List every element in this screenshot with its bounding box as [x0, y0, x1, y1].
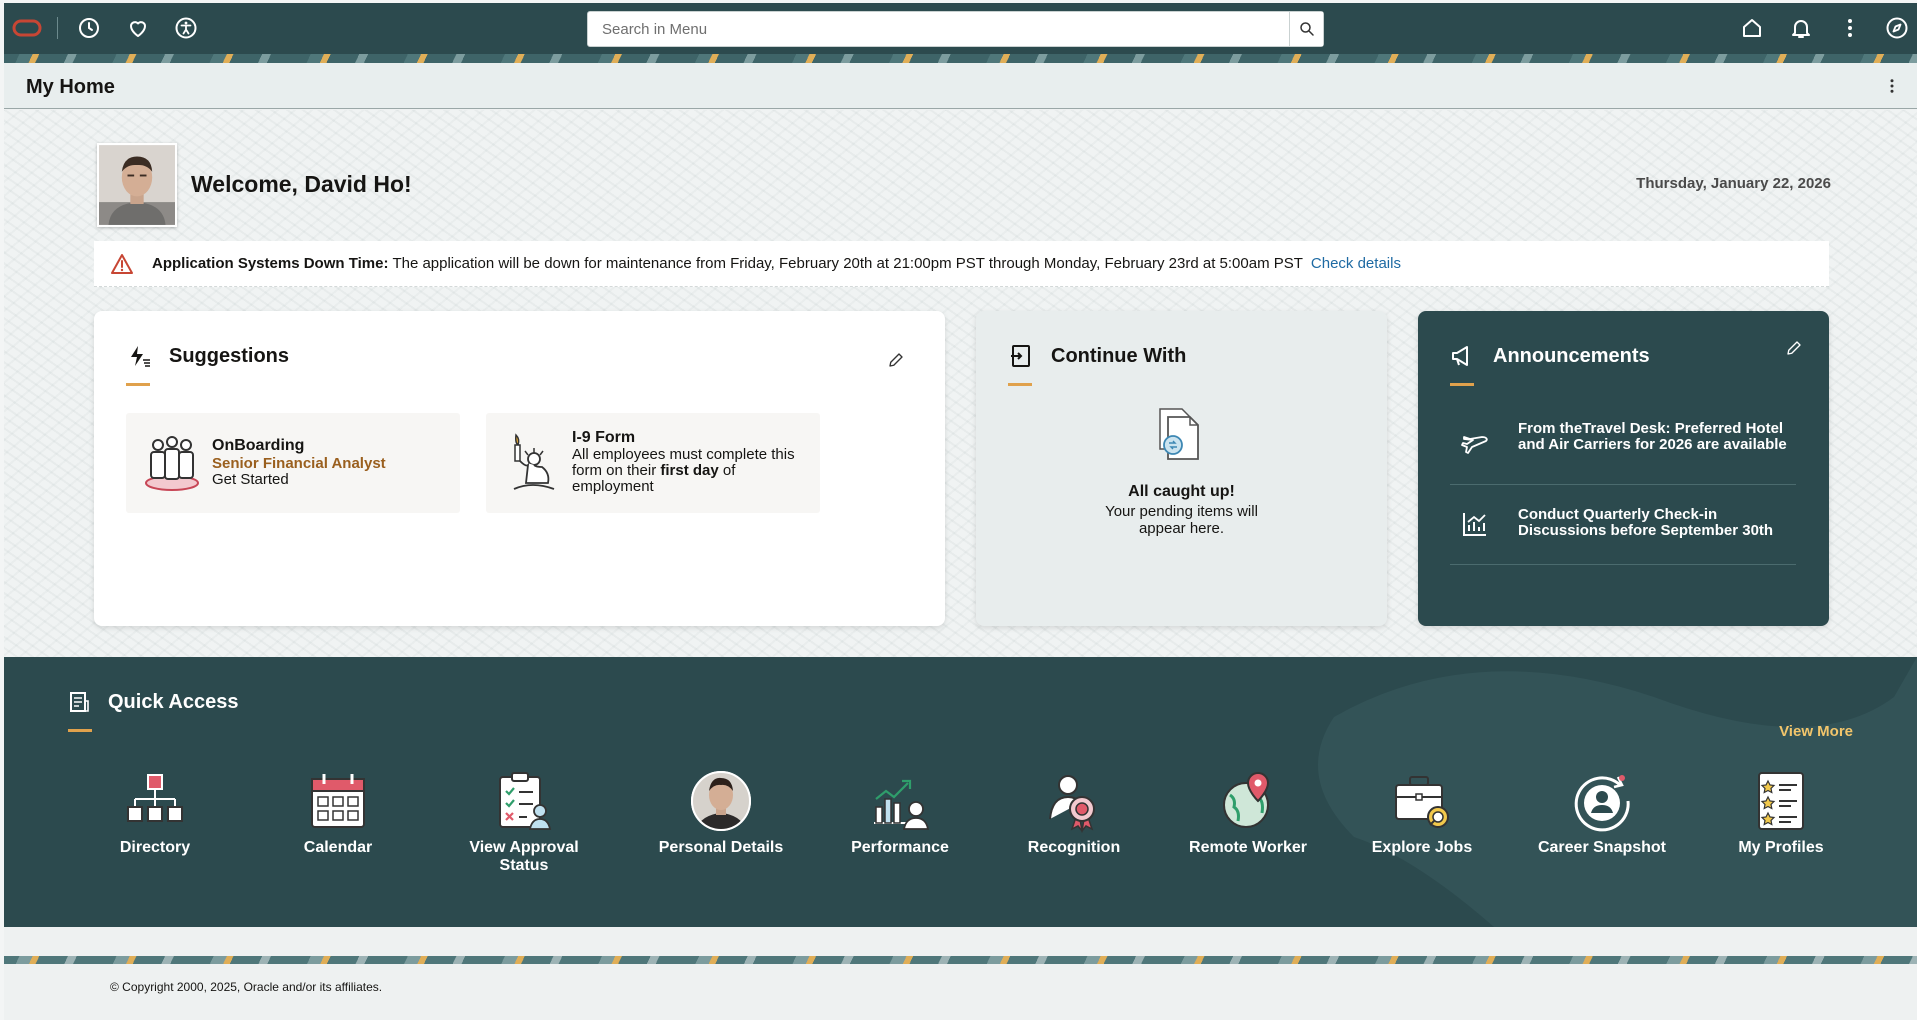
quick-access-label: Explore Jobs: [1371, 839, 1473, 856]
warning-triangle-icon: [111, 253, 133, 274]
continue-with-card: Continue With All caught up! Your pendin…: [976, 311, 1387, 626]
continue-with-title: Continue With: [1051, 345, 1187, 367]
quick-access-personal-details[interactable]: Personal Details: [646, 769, 796, 857]
alert-label: Application Systems Down Time:: [152, 255, 389, 272]
page-header: My Home: [4, 63, 1917, 109]
quick-access-label: Calendar: [303, 839, 373, 856]
i9-form-suggestion-tile[interactable]: I-9 Form All employees must complete thi…: [486, 413, 820, 513]
footer-stripe: [4, 956, 1917, 964]
copyright-text: © Copyright 2000, 2025, Oracle and/or it…: [110, 980, 383, 994]
quick-access-directory[interactable]: Directory: [80, 769, 230, 857]
title-underline: [1450, 383, 1474, 386]
recent-history-icon[interactable]: [76, 15, 102, 41]
view-more-link[interactable]: View More: [1779, 723, 1853, 740]
onboarding-title: OnBoarding: [212, 437, 305, 454]
app-frame: My Home Welcome, David Ho! Thursday, Jan…: [4, 3, 1917, 1020]
announcement-text: From theTravel Desk: Preferred Hotel and…: [1518, 420, 1787, 453]
maintenance-alert-banner: Application Systems Down Time: The appli…: [94, 241, 1829, 287]
growth-chart-icon: [1463, 513, 1486, 536]
page-title: My Home: [26, 76, 115, 98]
all-caught-up-title: All caught up!: [1128, 483, 1235, 500]
footer-spacer: [4, 929, 1917, 956]
suggestions-title: Suggestions: [169, 345, 290, 367]
top-bar: [4, 3, 1917, 63]
quick-access-section: Quick Access View More Directory Calenda…: [4, 657, 1917, 927]
title-underline: [126, 383, 150, 386]
quick-access-label: Personal Details: [658, 839, 784, 856]
user-avatar[interactable]: [97, 143, 177, 227]
onboarding-action: Get Started: [212, 471, 289, 488]
quick-access-view-approval-status[interactable]: View Approval Status: [449, 769, 599, 875]
banner-stripe: [4, 54, 1917, 63]
favorites-heart-icon[interactable]: [125, 15, 151, 41]
announcement-item[interactable]: Conduct Quarterly Check-in Discussions b…: [1450, 485, 1796, 565]
personal-photo-icon: [691, 771, 751, 831]
onboarding-suggestion-tile[interactable]: OnBoarding Senior Financial Analyst Get …: [126, 413, 460, 513]
quick-access-label: My Profiles: [1738, 839, 1824, 856]
onboarding-team-icon: [145, 436, 199, 491]
navigator-compass-icon[interactable]: [1884, 15, 1910, 41]
suggestions-card: Suggestions OnBoarding Senior Financial …: [94, 311, 945, 626]
documents-icon: [1159, 408, 1199, 460]
announcement-item[interactable]: From theTravel Desk: Preferred Hotel and…: [1450, 397, 1796, 485]
org-chart-icon: [127, 774, 183, 822]
title-underline: [1008, 383, 1032, 386]
recognition-badge-icon: [1049, 775, 1095, 833]
search-menu-field: [587, 11, 1324, 47]
briefcase-search-icon: [1395, 776, 1449, 828]
notifications-bell-icon[interactable]: [1788, 15, 1814, 41]
quick-access-explore-jobs[interactable]: Explore Jobs: [1347, 769, 1497, 857]
title-underline: [68, 729, 92, 732]
announcements-title: Announcements: [1493, 345, 1650, 367]
more-actions-kebab-icon[interactable]: [1837, 15, 1863, 41]
current-date: Thursday, January 22, 2026: [1636, 175, 1831, 192]
divider: [57, 17, 58, 39]
search-icon: [1299, 22, 1314, 36]
calendar-icon: [311, 774, 365, 828]
home-icon[interactable]: [1739, 15, 1765, 41]
announcements-card: Announcements From theTravel Desk: Prefe…: [1418, 311, 1829, 626]
i9-form-text-bold: first day: [660, 462, 719, 479]
edit-announcements-pencil-icon[interactable]: [1785, 339, 1803, 362]
career-snapshot-icon: [1574, 775, 1630, 832]
quick-access-my-profiles[interactable]: My Profiles: [1706, 769, 1856, 857]
quick-access-label: Performance: [851, 839, 949, 856]
quick-access-career-snapshot[interactable]: Career Snapshot: [1527, 769, 1677, 857]
quick-access-label: Directory: [119, 839, 191, 856]
onboarding-role: Senior Financial Analyst: [212, 455, 386, 472]
quick-access-calendar[interactable]: Calendar: [263, 769, 413, 857]
accessibility-icon[interactable]: [173, 15, 199, 41]
quick-access-label: Career Snapshot: [1537, 839, 1667, 856]
quick-access-recognition[interactable]: Recognition: [999, 769, 1149, 857]
performance-chart-icon: [874, 779, 930, 830]
alert-message: The application will be down for mainten…: [392, 255, 1303, 272]
i9-form-title: I-9 Form: [572, 429, 636, 446]
airplane-icon: [1461, 436, 1488, 454]
welcome-greeting: Welcome, David Ho!: [191, 171, 412, 197]
quick-access-title: Quick Access: [108, 691, 239, 713]
page-options-kebab-icon[interactable]: [1883, 77, 1901, 100]
quick-access-label: View Approval Status: [469, 839, 579, 874]
quick-access-label: Remote Worker: [1189, 839, 1307, 856]
quick-access-performance[interactable]: Performance: [825, 769, 975, 857]
globe-location-pin-icon: [1223, 771, 1270, 828]
statue-of-liberty-icon: [513, 433, 555, 490]
edit-suggestions-pencil-icon[interactable]: [887, 351, 905, 374]
quick-access-label: Recognition: [1027, 839, 1121, 856]
check-details-link[interactable]: Check details: [1311, 255, 1401, 272]
approval-clipboard-icon: [499, 772, 552, 830]
continue-with-icon: [1011, 345, 1030, 367]
search-button[interactable]: [1289, 12, 1323, 46]
oracle-logo-icon[interactable]: [12, 15, 42, 41]
megaphone-icon: [1452, 346, 1468, 366]
profile-checklist-icon: [1758, 772, 1804, 830]
quick-access-remote-worker[interactable]: Remote Worker: [1173, 769, 1323, 857]
search-menu-input[interactable]: [588, 12, 1289, 46]
announcement-text: Conduct Quarterly Check-in Discussions b…: [1518, 506, 1774, 539]
pending-items-text: Your pending items will appear here.: [1105, 503, 1258, 537]
lightning-suggestions-icon: [131, 346, 150, 367]
quick-access-icon: [70, 692, 89, 712]
